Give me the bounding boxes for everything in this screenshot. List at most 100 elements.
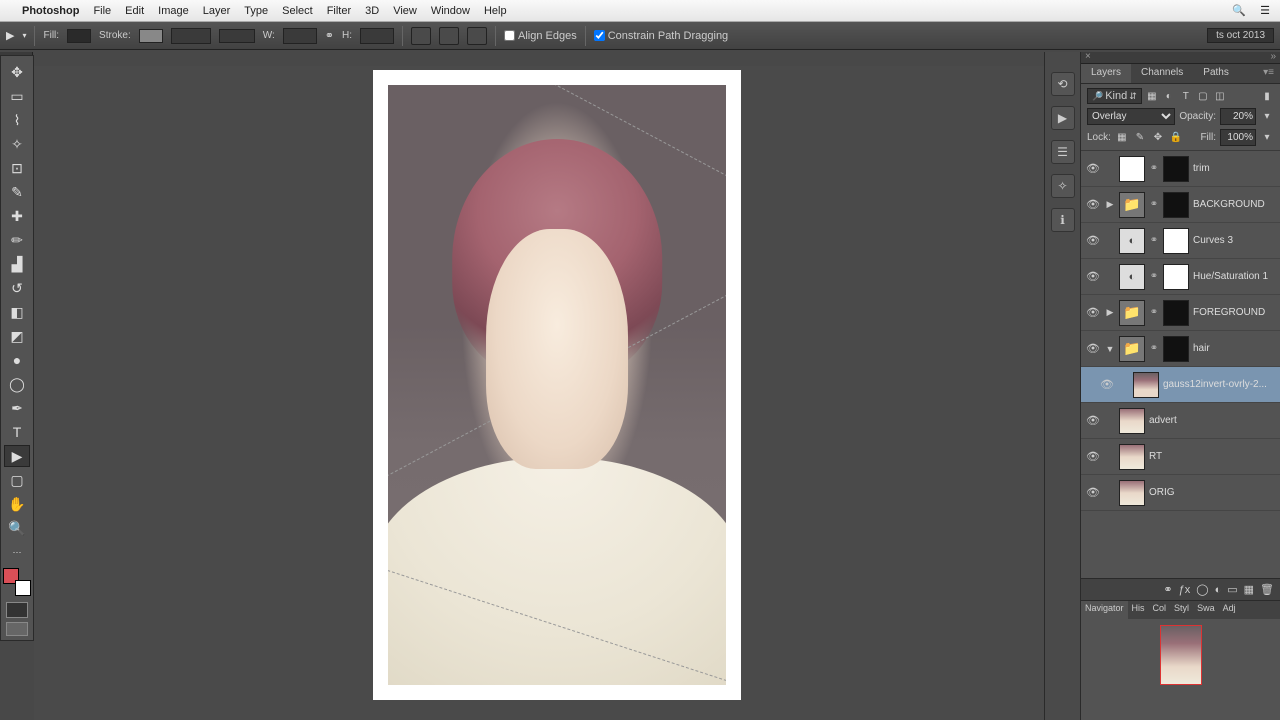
app-name[interactable]: Photoshop (22, 5, 79, 17)
folder-icon[interactable] (1119, 336, 1145, 362)
history-brush-tool-icon[interactable]: ↺ (4, 277, 30, 299)
layer-name[interactable]: gauss12invert-ovrly-2... (1163, 379, 1267, 390)
healing-tool-icon[interactable]: ✚ (4, 205, 30, 227)
dock-character-icon[interactable]: ✧ (1051, 174, 1075, 198)
wand-tool-icon[interactable]: ✧ (4, 133, 30, 155)
width-input[interactable] (283, 28, 317, 44)
layer-row[interactable]: 👁 gauss12invert-ovrly-2... (1081, 367, 1280, 403)
filter-kind-dropdown[interactable]: 🔎 Kind ⇵ (1087, 88, 1142, 104)
layer-thumb[interactable] (1119, 480, 1145, 506)
stroke-style-dropdown[interactable] (219, 29, 255, 43)
visibility-icon[interactable]: 👁 (1085, 485, 1101, 501)
adjustment-thumb[interactable] (1119, 264, 1145, 290)
dock-info-icon[interactable]: ℹ (1051, 208, 1075, 232)
visibility-icon[interactable]: 👁 (1085, 413, 1101, 429)
quickmask-icon[interactable] (6, 602, 28, 618)
mask-thumb[interactable] (1163, 192, 1189, 218)
mask-icon[interactable]: ◯ (1196, 583, 1208, 596)
visibility-icon[interactable]: 👁 (1085, 269, 1101, 285)
layer-row[interactable]: 👁▶⚭BACKGROUND (1081, 187, 1280, 223)
mask-thumb[interactable] (1163, 228, 1189, 254)
layer-row[interactable]: 👁▼⚭hair (1081, 331, 1280, 367)
type-tool-icon[interactable]: T (4, 421, 30, 443)
filter-type-icon[interactable]: T (1179, 89, 1193, 103)
align-edges-checkbox[interactable] (504, 30, 515, 41)
menu-view[interactable]: View (393, 5, 417, 17)
layer-name[interactable]: Curves 3 (1193, 235, 1233, 246)
panel-close-icon[interactable]: × (1085, 51, 1091, 62)
hand-tool-icon[interactable]: ✋ (4, 493, 30, 515)
adjustment-thumb[interactable] (1119, 228, 1145, 254)
visibility-icon[interactable]: 👁 (1085, 305, 1101, 321)
stroke-swatch[interactable] (139, 29, 163, 43)
move-tool-icon[interactable]: ✥ (4, 61, 30, 83)
layer-thumb[interactable] (1119, 156, 1145, 182)
layer-row[interactable]: 👁▶⚭FOREGROUND (1081, 295, 1280, 331)
lock-trans-icon[interactable]: ▦ (1115, 131, 1129, 145)
filter-shape-icon[interactable]: ▢ (1196, 89, 1210, 103)
document-canvas[interactable]: ➤ (373, 70, 741, 700)
lock-position-icon[interactable]: ✥ (1151, 131, 1165, 145)
stamp-tool-icon[interactable]: ▟ (4, 253, 30, 275)
tab-navigator[interactable]: Navigator (1081, 601, 1128, 619)
filter-toggle-icon[interactable]: ▮ (1260, 89, 1274, 103)
menu-image[interactable]: Image (158, 5, 189, 17)
marquee-tool-icon[interactable]: ▭ (4, 85, 30, 107)
link-icon[interactable]: ⚭ (1149, 235, 1159, 246)
visibility-icon[interactable]: 👁 (1085, 341, 1101, 357)
mask-thumb[interactable] (1163, 156, 1189, 182)
filter-pixel-icon[interactable]: ▦ (1145, 89, 1159, 103)
opacity-dropdown-icon[interactable]: ▾ (1260, 110, 1274, 124)
link-wh-icon[interactable]: ⚭ (325, 29, 334, 42)
height-input[interactable] (360, 28, 394, 44)
group-icon[interactable]: ▭ (1227, 583, 1237, 596)
path-options-button[interactable] (467, 27, 487, 45)
panel-collapse-icon[interactable]: » (1270, 51, 1276, 62)
zoom-tool-icon[interactable]: 🔍 (4, 517, 30, 539)
link-icon[interactable]: ⚭ (1149, 307, 1159, 318)
layer-thumb[interactable] (1119, 444, 1145, 470)
layer-row[interactable]: 👁 ⚭ Curves 3 (1081, 223, 1280, 259)
screenmode-icon[interactable] (6, 622, 28, 636)
tab-history[interactable]: His (1128, 601, 1149, 619)
visibility-icon[interactable]: 👁 (1085, 161, 1101, 177)
visibility-icon[interactable]: 👁 (1085, 197, 1101, 213)
visibility-icon[interactable]: 👁 (1099, 377, 1115, 393)
layer-name[interactable]: Hue/Saturation 1 (1193, 271, 1268, 282)
path-align-button[interactable] (411, 27, 431, 45)
tab-layers[interactable]: Layers (1081, 64, 1131, 83)
mask-thumb[interactable] (1163, 300, 1189, 326)
panel-menu-icon[interactable]: ▾≡ (1257, 64, 1280, 83)
menu-select[interactable]: Select (282, 5, 313, 17)
spotlight-icon[interactable]: 🔍 (1232, 4, 1246, 17)
layer-row[interactable]: 👁RT (1081, 439, 1280, 475)
blend-mode-select[interactable]: Overlay (1087, 108, 1175, 125)
mask-thumb[interactable] (1163, 264, 1189, 290)
menu-file[interactable]: File (93, 5, 111, 17)
layer-name[interactable]: trim (1193, 163, 1210, 174)
visibility-icon[interactable]: 👁 (1085, 233, 1101, 249)
folder-icon[interactable] (1119, 192, 1145, 218)
link-icon[interactable]: ⚭ (1149, 343, 1159, 354)
fill-dropdown-icon[interactable]: ▾ (1260, 131, 1274, 145)
pen-tool-icon[interactable]: ✒ (4, 397, 30, 419)
eraser-tool-icon[interactable]: ◧ (4, 301, 30, 323)
workspace-switcher[interactable]: ts oct 2013 (1207, 28, 1274, 43)
link-icon[interactable]: ⚭ (1149, 271, 1159, 282)
disclosure-icon[interactable]: ▼ (1105, 344, 1115, 354)
menu-edit[interactable]: Edit (125, 5, 144, 17)
layer-thumb[interactable] (1133, 372, 1159, 398)
layer-row[interactable]: 👁 ⚭ Hue/Saturation 1 (1081, 259, 1280, 295)
dock-actions-icon[interactable]: ▶ (1051, 106, 1075, 130)
disclosure-icon[interactable]: ▶ (1105, 307, 1115, 318)
fill-swatch[interactable] (67, 29, 91, 43)
layer-row[interactable]: 👁 advert (1081, 403, 1280, 439)
blur-tool-icon[interactable]: ● (4, 349, 30, 371)
dodge-tool-icon[interactable]: ◯ (4, 373, 30, 395)
layer-name[interactable]: advert (1149, 415, 1177, 426)
tab-color[interactable]: Col (1149, 601, 1171, 619)
canvas-area[interactable]: ➤ (34, 66, 1080, 720)
opacity-input[interactable] (1220, 108, 1256, 125)
layer-name[interactable]: ORIG (1149, 487, 1175, 498)
menu-layer[interactable]: Layer (203, 5, 231, 17)
